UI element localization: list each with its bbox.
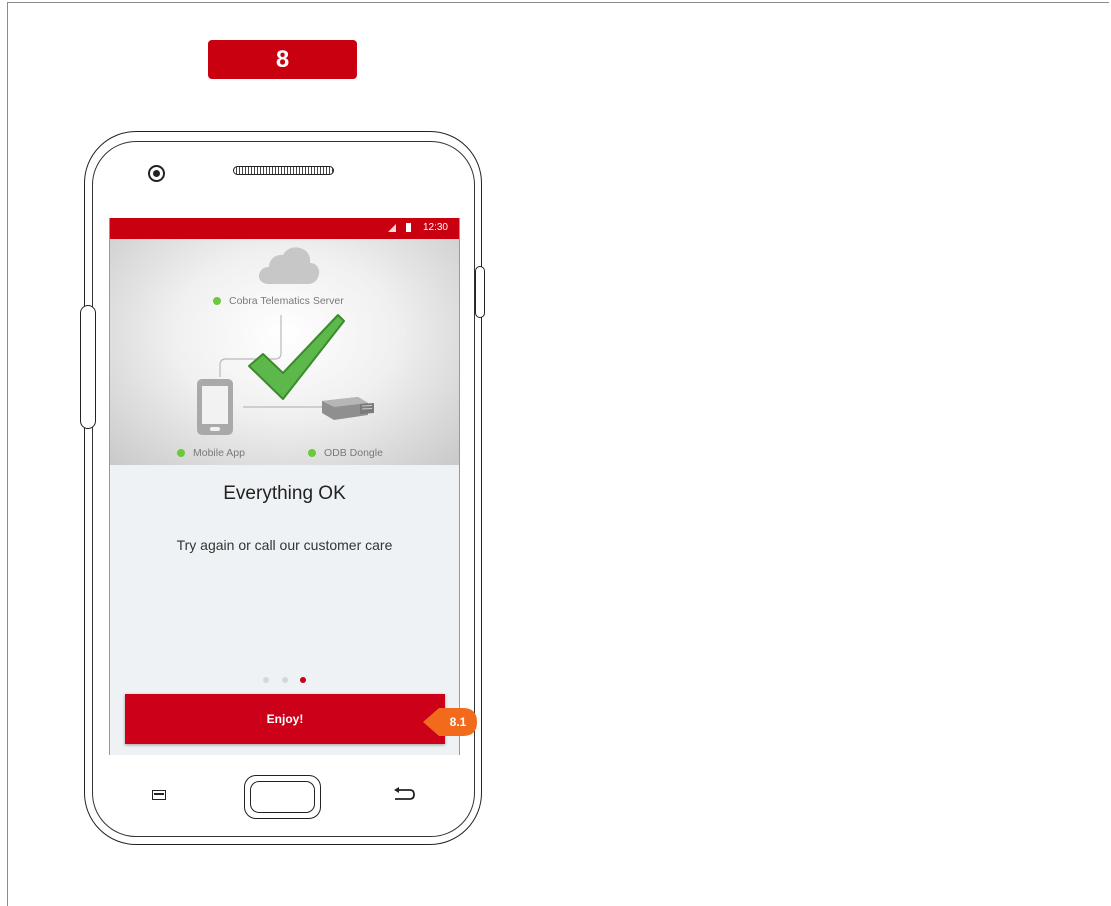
dongle-label: ODB Dongle [324, 447, 383, 459]
result-title: Everything OK [223, 483, 346, 504]
power-button [475, 266, 485, 318]
step-badge: 8 [208, 40, 357, 79]
page-dot-active[interactable] [299, 677, 306, 683]
status-time: 12:30 [422, 222, 448, 233]
volume-button [80, 305, 96, 429]
status-ok-dot [308, 449, 316, 457]
back-icon[interactable] [392, 786, 416, 802]
status-ok-dot [177, 449, 185, 457]
dongle-status-label: ODB Dongle [308, 447, 383, 459]
connection-illustration: Cobra Telematics Server Mobile App ODB D… [110, 239, 459, 465]
callout-label: 8.1 [449, 715, 467, 729]
checkmark-icon [248, 314, 345, 400]
home-button[interactable] [244, 775, 321, 819]
battery-icon [406, 223, 411, 232]
phone-screen: 12:30 Cobra Telematics Server Mobile App… [109, 218, 460, 755]
status-bar: 12:30 [110, 218, 459, 239]
result-subtitle: Try again or call our customer care [176, 537, 393, 553]
page-dot[interactable] [281, 677, 288, 683]
page-dot[interactable] [263, 677, 270, 683]
page-indicator [110, 670, 459, 688]
phone-icon [197, 379, 233, 435]
menu-icon[interactable] [152, 790, 166, 800]
enjoy-button[interactable]: Enjoy! [125, 694, 445, 744]
signal-icon [388, 224, 396, 232]
app-label: Mobile App [193, 447, 245, 459]
camera-icon [148, 165, 165, 182]
app-status-label: Mobile App [177, 447, 245, 459]
speaker-grille [233, 166, 334, 175]
